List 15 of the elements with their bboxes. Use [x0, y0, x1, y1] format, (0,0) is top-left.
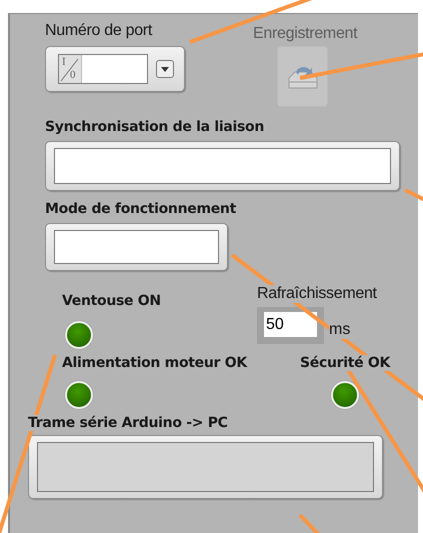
sync-label: Synchronisation de la liaison — [45, 119, 264, 135]
record-label: Enregistrement — [253, 25, 358, 43]
dropdown-button[interactable] — [156, 60, 174, 78]
serial-label: Trame série Arduino -> PC — [28, 415, 228, 431]
refresh-label: Rafraîchissement — [257, 285, 377, 303]
mode-field[interactable] — [45, 223, 228, 271]
refresh-field[interactable]: 50 — [257, 307, 324, 344]
indicator-label: Sécurité OK — [300, 355, 390, 371]
caret-icon — [161, 66, 169, 72]
port-label: Numéro de port — [45, 22, 152, 40]
leader-line — [298, 514, 322, 533]
port-selector[interactable]: I 0 — [45, 46, 185, 92]
sync-field[interactable] — [45, 141, 400, 191]
io-prefix-icon: I 0 — [59, 55, 82, 83]
leader-line — [404, 188, 423, 202]
